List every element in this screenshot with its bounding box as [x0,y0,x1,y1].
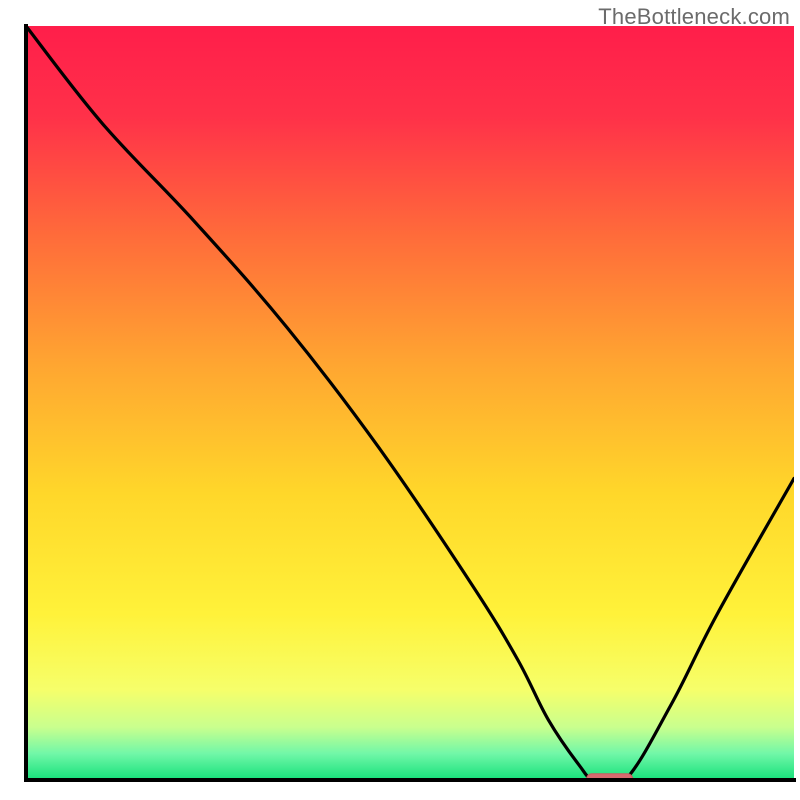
chart-stage: TheBottleneck.com [0,0,800,800]
gradient-background [26,26,794,780]
watermark-text: TheBottleneck.com [598,4,790,30]
bottleneck-chart [0,0,800,800]
